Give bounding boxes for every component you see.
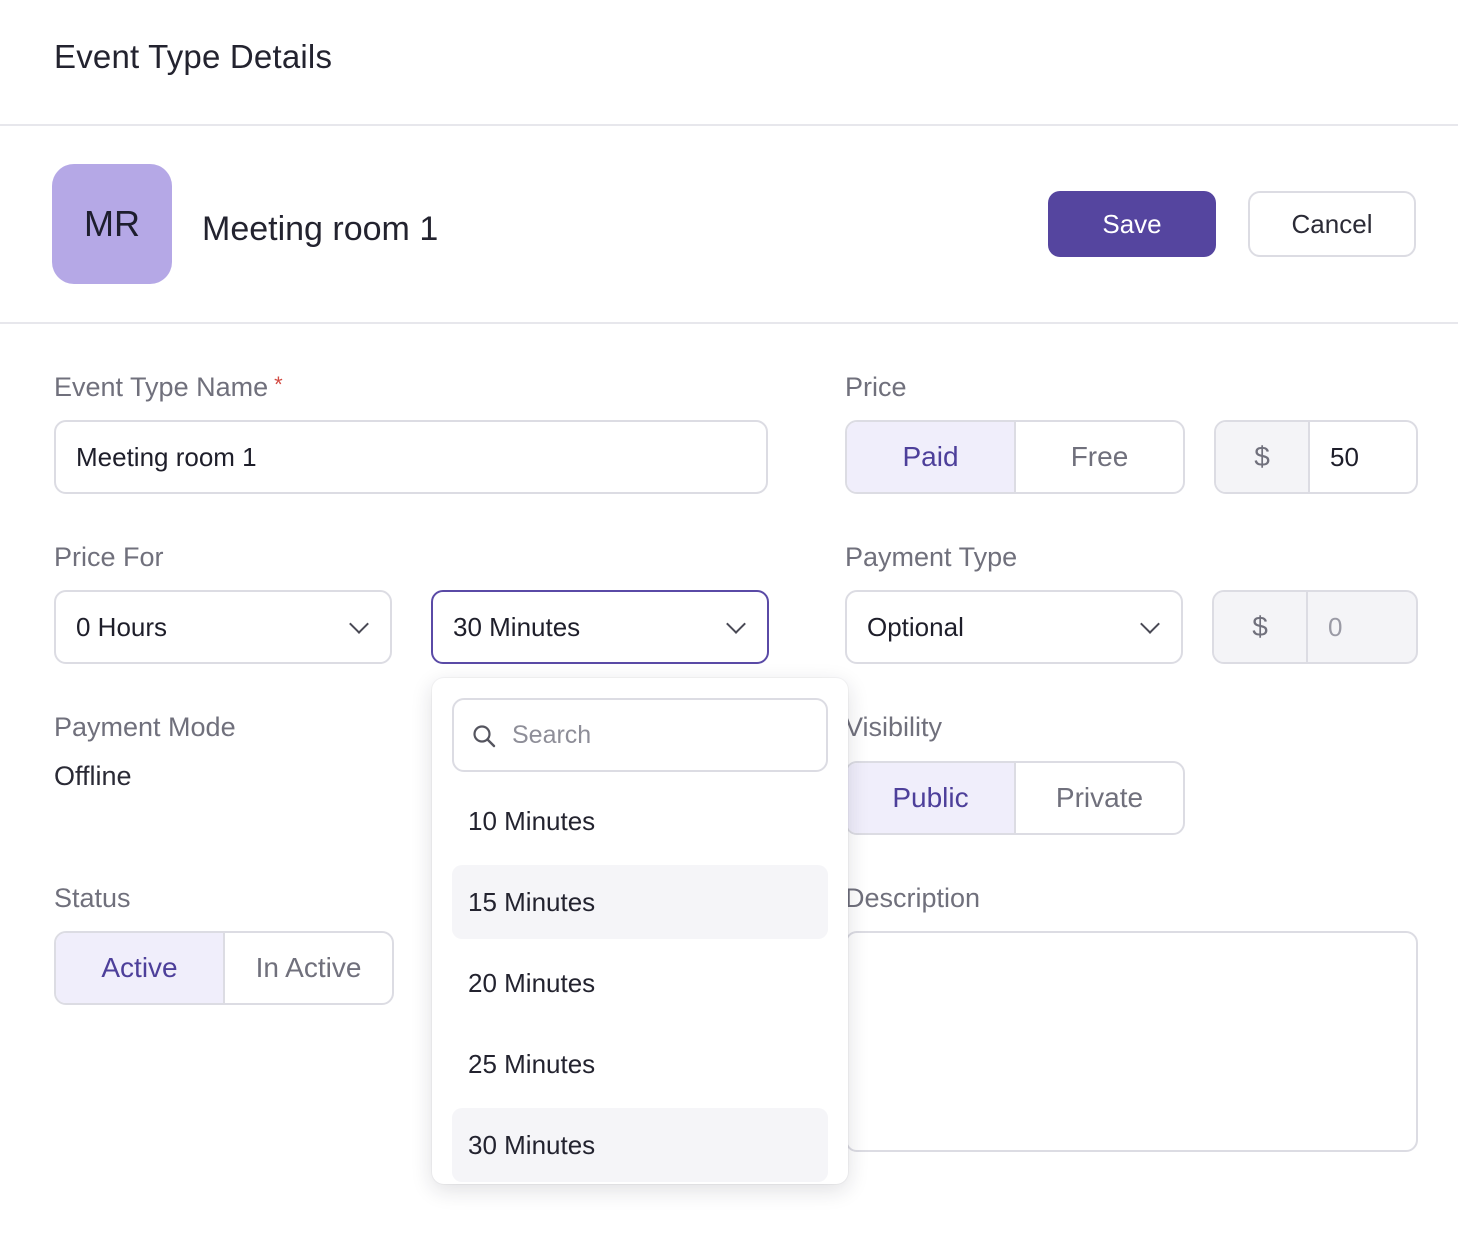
dropdown-option-30-minutes[interactable]: 30 Minutes [452,1108,828,1182]
price-option-paid[interactable]: Paid [847,422,1014,492]
price-option-free[interactable]: Free [1014,422,1183,492]
dropdown-option-15-minutes[interactable]: 15 Minutes [452,865,828,939]
price-label: Price [845,372,907,402]
event-type-name-input[interactable]: Meeting room 1 [54,420,768,494]
status-toggle: Active In Active [54,931,394,1005]
price-for-label: Price For [54,542,164,572]
visibility-option-private[interactable]: Private [1014,763,1183,833]
dropdown-option-25-minutes[interactable]: 25 Minutes [452,1027,828,1101]
minutes-select[interactable]: 30 Minutes [431,590,769,664]
description-label: Description [845,883,981,913]
payment-type-label: Payment Type [845,542,1018,572]
chevron-down-icon [1140,614,1160,634]
dropdown-option-10-minutes[interactable]: 10 Minutes [452,784,828,858]
payment-type-value: Optional [867,611,964,642]
page-title: Event Type Details [54,38,333,75]
cancel-button[interactable]: Cancel [1248,191,1416,257]
save-button[interactable]: Save [1048,191,1216,257]
avatar: MR [52,164,172,284]
section-divider [0,322,1458,324]
search-icon [473,725,496,748]
chevron-down-icon [726,614,746,634]
visibility-toggle: Public Private [845,761,1185,835]
entity-name: Meeting room 1 [202,210,439,248]
required-mark: * [274,372,283,397]
payment-mode-value: Offline [54,761,132,791]
status-option-inactive[interactable]: In Active [223,933,392,1003]
payment-type-amount-input[interactable]: $ 0 [1212,590,1418,664]
status-label: Status [54,883,131,913]
dollar-icon: $ [1214,592,1308,662]
description-textarea[interactable] [845,931,1418,1152]
payment-type-amount-value: 0 [1328,611,1343,642]
payment-mode-label: Payment Mode [54,712,236,742]
dollar-icon: $ [1216,422,1310,492]
dropdown-search-input[interactable] [512,720,826,750]
payment-type-select[interactable]: Optional [845,590,1183,664]
visibility-option-public[interactable]: Public [847,763,1014,833]
minutes-dropdown: 10 Minutes 15 Minutes 20 Minutes 25 Minu… [432,678,848,1184]
event-type-name-label-text: Event Type Name [54,372,269,402]
price-amount-input[interactable]: $ 50 [1214,420,1418,494]
visibility-label: Visibility [845,712,943,742]
price-toggle: Paid Free [845,420,1185,494]
event-type-name-value: Meeting room 1 [76,441,257,472]
event-type-name-label: Event Type Name * [54,372,283,403]
hours-select-value: 0 Hours [76,611,168,642]
dropdown-option-20-minutes[interactable]: 20 Minutes [452,946,828,1020]
minutes-select-value: 30 Minutes [453,611,581,642]
status-option-active[interactable]: Active [56,933,223,1003]
hours-select[interactable]: 0 Hours [54,590,392,664]
dropdown-search [452,698,828,772]
price-amount-value: 50 [1330,441,1359,472]
chevron-down-icon [349,614,369,634]
